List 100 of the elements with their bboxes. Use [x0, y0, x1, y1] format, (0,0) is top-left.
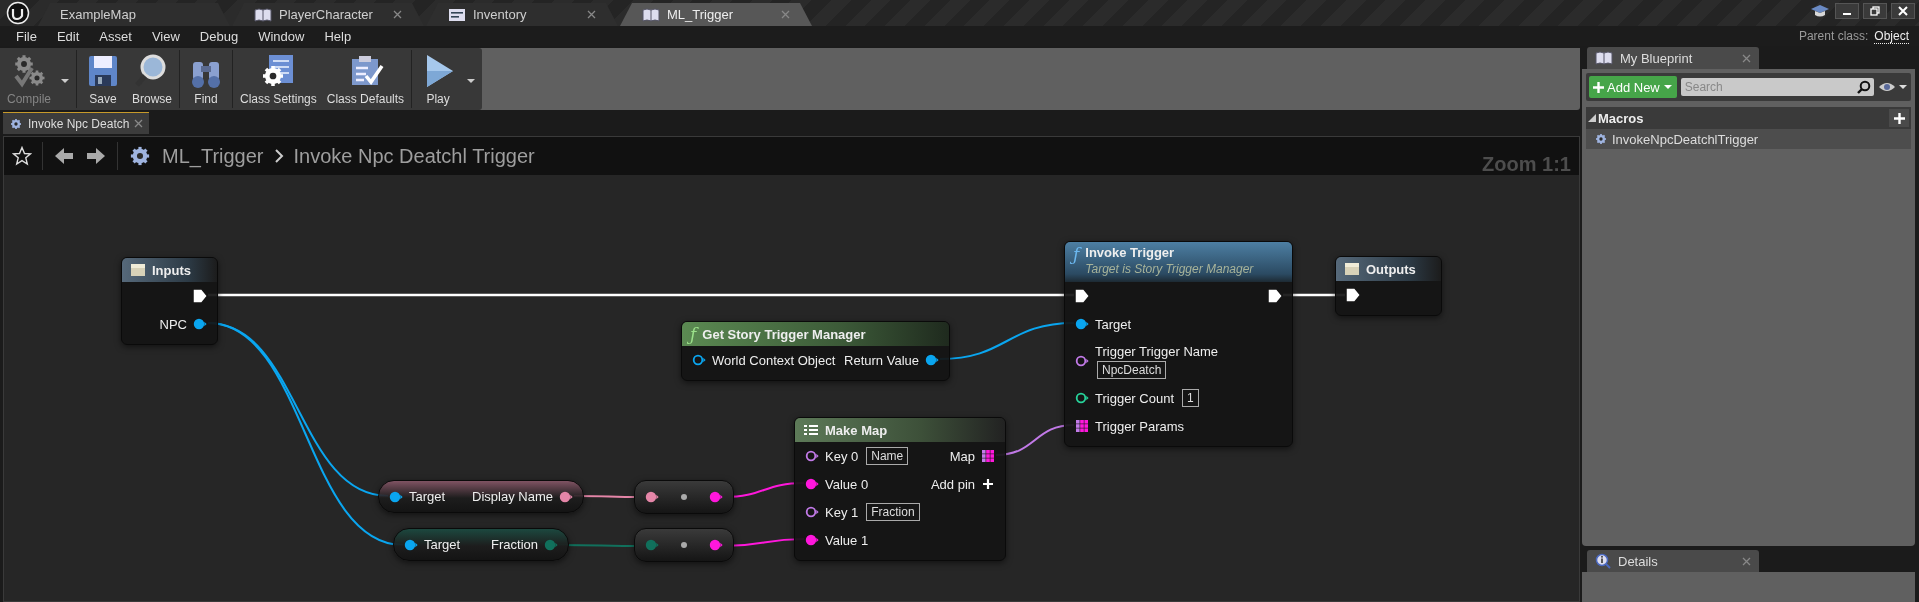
menu-item[interactable]: Asset: [89, 28, 142, 44]
toolbar-button[interactable]: Class Defaults: [321, 50, 410, 108]
restore-button[interactable]: [1863, 3, 1887, 19]
add-button[interactable]: [1889, 109, 1909, 127]
close-window-button[interactable]: [1891, 3, 1915, 19]
exec-pin-icon[interactable]: [1268, 289, 1282, 303]
caret-icon[interactable]: [466, 77, 477, 84]
close-icon[interactable]: [587, 10, 596, 19]
plus-icon: [1893, 112, 1905, 124]
search-icon[interactable]: [1857, 80, 1871, 94]
chevron-icon: [273, 148, 284, 164]
node-title: Invoke Trigger: [1085, 245, 1176, 260]
value-field[interactable]: 1: [1182, 389, 1199, 407]
pin-label: Target: [424, 537, 461, 552]
panel-tab[interactable]: My Blueprint: [1587, 47, 1759, 69]
pin-label: Trigger Trigger Name: [1095, 343, 1219, 359]
expand-arrow-icon[interactable]: [1588, 114, 1596, 122]
box-icon: [1344, 261, 1360, 277]
value-field[interactable]: NpcDeatch: [1097, 360, 1167, 379]
pin-label: Return Value: [844, 352, 919, 368]
breadcrumb-item[interactable]: Invoke Npc Deatchl Trigger: [293, 144, 535, 168]
toolbar-button[interactable]: Class Settings: [235, 50, 322, 108]
pin-icon[interactable]: [404, 537, 418, 552]
pin-icon[interactable]: [559, 489, 573, 504]
panel-tab[interactable]: Details: [1587, 550, 1759, 572]
pin-icon[interactable]: [805, 505, 819, 519]
pin-icon[interactable]: [805, 449, 819, 463]
minimize-icon: [1843, 13, 1851, 15]
pin-label: Trigger Count: [1095, 390, 1174, 406]
pin-label: Map: [949, 448, 975, 464]
list-icon: [803, 423, 819, 437]
breadcrumb-item[interactable]: ML_Trigger: [162, 144, 264, 168]
pin-icon[interactable]: [1075, 391, 1089, 405]
pin-icon[interactable]: [709, 490, 723, 504]
pin-icon[interactable]: [709, 538, 723, 552]
menu-item[interactable]: File: [6, 28, 47, 44]
forward-arrow-icon[interactable]: [85, 146, 107, 166]
pin-label: Value 0: [825, 476, 869, 492]
macro-item[interactable]: InvokeNpcDeatchlTrigger: [1586, 129, 1911, 149]
blueprint-node[interactable]: ƒ Invoke Trigger Target is Story Trigger Manager Target Trigger Trigger Name NpcDeatch Trigger Count 1 Trigger Params: [1064, 241, 1293, 447]
pin-icon[interactable]: [1075, 317, 1089, 331]
value-field[interactable]: Name: [866, 447, 909, 465]
value-field[interactable]: Fraction: [866, 503, 920, 521]
menu-item[interactable]: Window: [248, 28, 315, 44]
pin-icon[interactable]: [193, 317, 207, 331]
pin-icon[interactable]: [645, 490, 659, 504]
minimize-button[interactable]: [1835, 3, 1859, 19]
parent-class-link[interactable]: Object: [1874, 28, 1909, 44]
pin-label: Value 1: [825, 532, 869, 548]
dot-icon: [681, 494, 687, 500]
toolbar-button[interactable]: Play: [414, 50, 463, 108]
menu-item[interactable]: Debug: [189, 28, 249, 44]
exec-pin-icon[interactable]: [193, 289, 207, 303]
parent-class-label: Parent class:: [1798, 28, 1869, 44]
book-icon: [1595, 50, 1613, 66]
menu-item[interactable]: Edit: [46, 28, 90, 44]
back-arrow-icon[interactable]: [53, 146, 75, 166]
menu-item[interactable]: Help: [314, 28, 362, 44]
blueprint-node[interactable]: Make Map Key 0 Name Map Value 0 Add pin Key 1 Fraction Value 1: [794, 417, 1006, 561]
caret-icon[interactable]: [1898, 84, 1908, 90]
pin-icon[interactable]: [389, 489, 403, 504]
graph-tab[interactable]: Invoke Npc Deatch: [3, 112, 150, 134]
logo-icon: [6, 1, 30, 25]
pin-icon[interactable]: [692, 353, 706, 367]
plus-icon[interactable]: [981, 477, 995, 491]
pin-icon[interactable]: [1075, 354, 1089, 368]
node-title: Make Map: [825, 422, 888, 438]
exec-pin-icon[interactable]: [1075, 289, 1089, 303]
editor-tab[interactable]: ML_Trigger: [620, 3, 812, 26]
blueprint-node[interactable]: Target Display Name: [378, 480, 584, 513]
section-header[interactable]: Macros: [1586, 107, 1911, 129]
gear-icon: [1594, 132, 1608, 146]
conversion-node[interactable]: [634, 528, 734, 562]
view-options-button[interactable]: [1878, 81, 1908, 93]
blueprint-node[interactable]: ƒ Get Story Trigger Manager World Context Object Return Value: [681, 321, 950, 381]
grid-pin-icon[interactable]: [1075, 419, 1089, 433]
blueprint-node[interactable]: Inputs NPC: [121, 257, 218, 345]
star-icon[interactable]: [12, 146, 32, 166]
pin-label: Target: [409, 489, 446, 504]
pin-label: Display Name: [472, 489, 553, 504]
pin-icon[interactable]: [805, 477, 819, 491]
exec-pin-icon[interactable]: [1346, 288, 1360, 302]
toolbar-button[interactable]: Browse: [127, 50, 178, 108]
menu-item[interactable]: View: [141, 28, 190, 44]
blueprint-node[interactable]: Outputs: [1335, 256, 1442, 316]
toolbar-button[interactable]: Save: [79, 50, 127, 108]
close-icon[interactable]: [134, 119, 144, 128]
close-icon[interactable]: [393, 10, 402, 19]
gear-icon: [9, 116, 23, 131]
close-icon[interactable]: [1742, 556, 1751, 566]
close-icon[interactable]: [1742, 53, 1751, 63]
node-subtitle: Target is Story Trigger Manager: [1085, 262, 1254, 276]
search-field[interactable]: Search: [1680, 78, 1874, 96]
conversion-node[interactable]: [634, 480, 734, 514]
toolbar-button[interactable]: Find: [182, 50, 231, 108]
blueprint-node[interactable]: Target Fraction: [393, 528, 569, 561]
pin-icon[interactable]: [925, 353, 939, 367]
book-icon: [254, 6, 272, 23]
grid-pin-icon[interactable]: [981, 449, 995, 463]
pin-icon[interactable]: [805, 533, 819, 547]
